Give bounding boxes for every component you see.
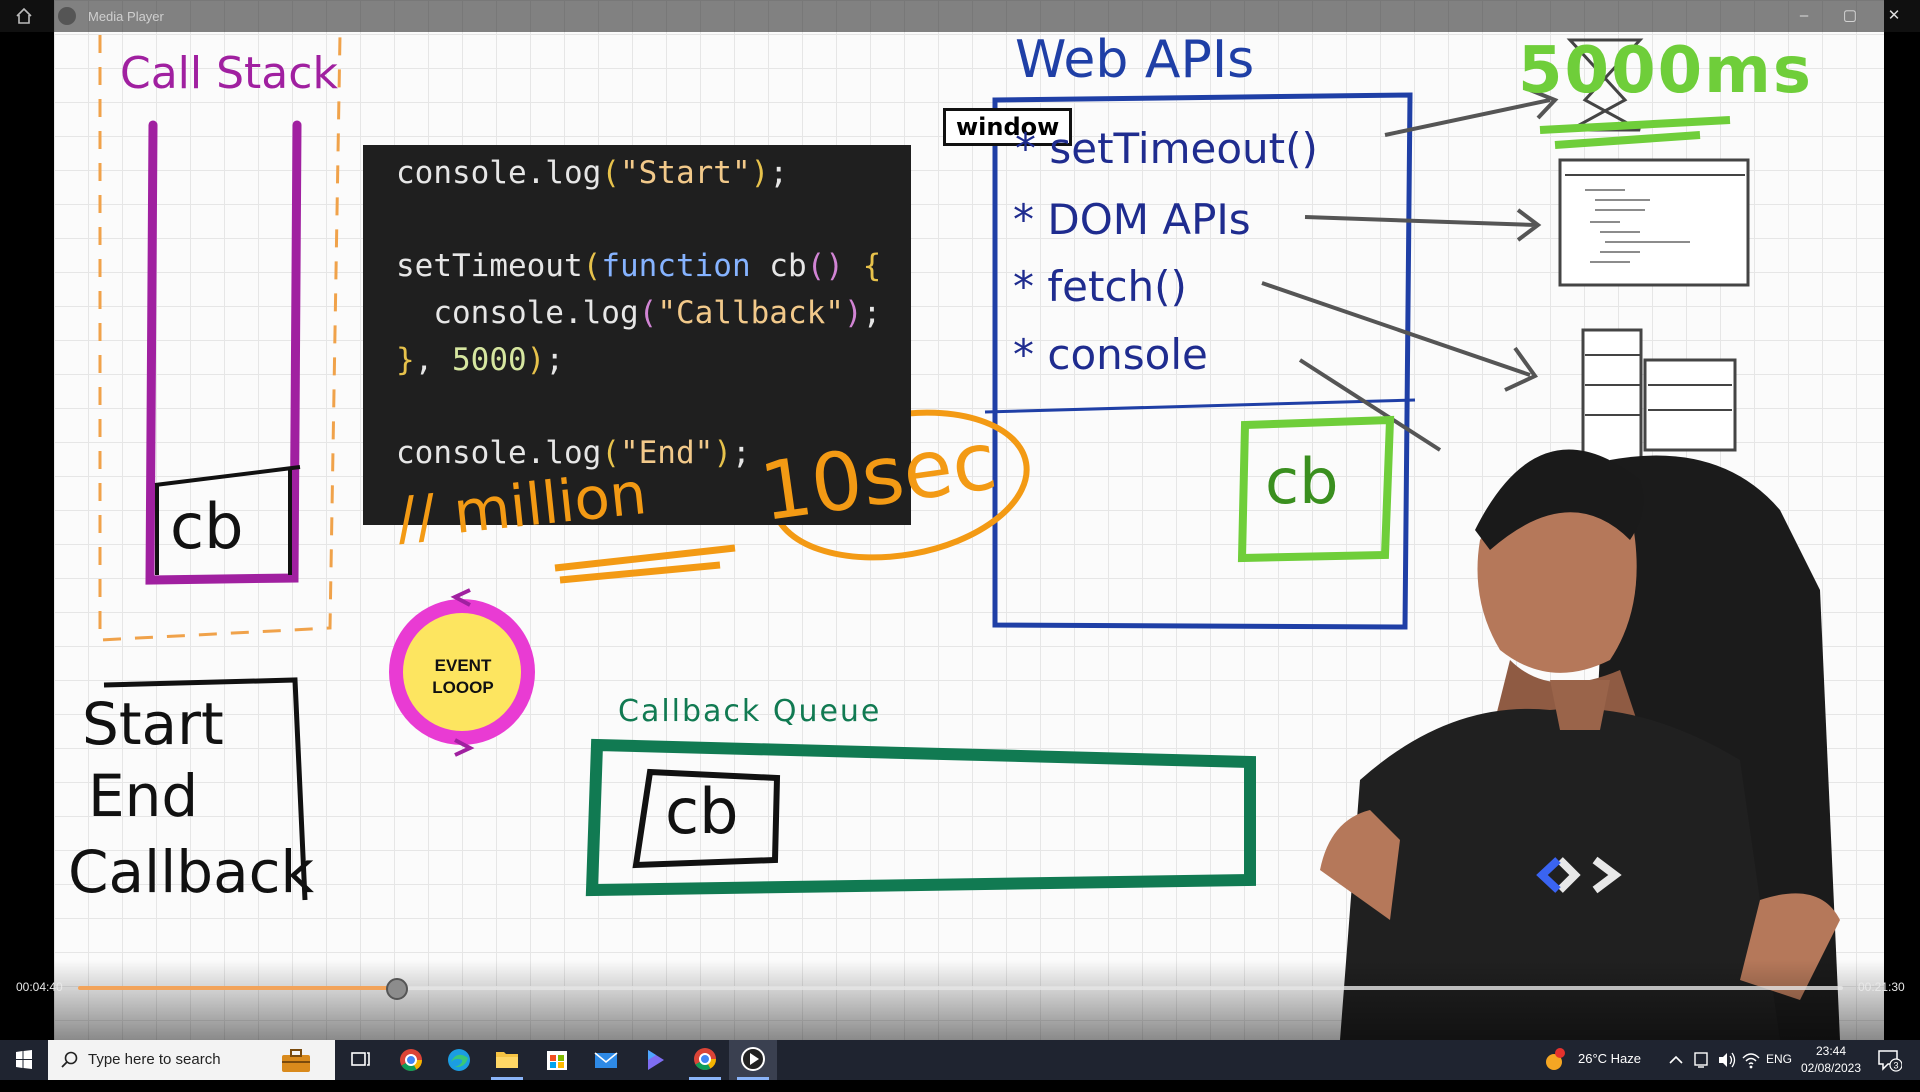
home-icon[interactable] xyxy=(14,6,34,26)
code-token: ( xyxy=(638,295,658,331)
windows-start-icon[interactable] xyxy=(0,1040,48,1080)
folder-icon xyxy=(496,1052,518,1068)
code-token: ( xyxy=(601,155,620,191)
media-player-titlebar: Media Player – ▢ ✕ xyxy=(0,0,1920,32)
event-loop-line2: LOOOP xyxy=(432,678,494,697)
file-explorer-button[interactable] xyxy=(483,1040,531,1080)
output-callback: Callback xyxy=(68,838,315,906)
code-token: ; xyxy=(862,295,882,331)
code-token: { xyxy=(862,248,882,284)
mail-icon[interactable] xyxy=(582,1040,630,1080)
store-icon[interactable] xyxy=(533,1040,581,1080)
code-line: setTimeout(function cb() { xyxy=(396,248,881,284)
code-token: "Callback" xyxy=(657,295,844,331)
notifications-icon[interactable]: 3 xyxy=(1876,1048,1902,1072)
elapsed-time: 00:04:40 xyxy=(16,980,63,994)
weather-text[interactable]: 26°C Haze xyxy=(1578,1051,1641,1091)
code-token: ; xyxy=(731,435,751,471)
code-line: console.log("Start"); xyxy=(396,155,788,191)
clock-time: 23:44 xyxy=(1815,1044,1847,1058)
minimize-button[interactable]: – xyxy=(1790,4,1818,28)
code-token: ) xyxy=(713,435,732,471)
code-token: ) xyxy=(526,342,546,378)
code-token: console.log xyxy=(396,155,602,191)
code-token: } xyxy=(396,342,415,378)
task-view-icon[interactable] xyxy=(336,1040,384,1080)
chrome-icon[interactable] xyxy=(387,1040,435,1080)
notification-count: 3 xyxy=(1893,1061,1898,1071)
code-token: () xyxy=(806,248,863,284)
output-end: End xyxy=(88,762,199,830)
chrome-icon xyxy=(694,1048,716,1070)
video-frame[interactable]: Call Stack cb console.log("Start"); setT… xyxy=(0,0,1920,1040)
edge-icon[interactable] xyxy=(435,1040,483,1080)
media-player-icon xyxy=(741,1047,765,1071)
seek-thumb[interactable] xyxy=(385,978,408,1000)
code-line: }, 5000); xyxy=(396,342,564,378)
code-token: console.log xyxy=(396,295,639,331)
api-item-fetch: * fetch() xyxy=(1013,262,1187,311)
code-token: cb xyxy=(769,248,807,284)
chevron-up-icon[interactable] xyxy=(1664,1040,1688,1080)
code-token: 5000 xyxy=(452,342,527,378)
api-item-console: * console xyxy=(1013,330,1208,379)
wifi-icon[interactable] xyxy=(1740,1040,1762,1080)
window-title: Media Player xyxy=(88,9,164,24)
output-start: Start xyxy=(82,690,224,758)
code-token: ; xyxy=(769,155,788,191)
taskbar-search-box[interactable]: Type here to search xyxy=(48,1040,335,1080)
total-duration: 00:21:30 xyxy=(1858,980,1905,994)
chrome-profile-button[interactable] xyxy=(681,1040,729,1080)
volume-icon[interactable] xyxy=(1714,1040,1738,1080)
callback-queue-cb: cb xyxy=(665,775,739,848)
search-icon xyxy=(61,1051,78,1068)
windows-taskbar: Type here to search 26°C Haze ENG 23:44 … xyxy=(0,1040,1920,1080)
code-token: ) xyxy=(843,295,863,331)
search-placeholder: Type here to search xyxy=(88,1051,221,1068)
event-loop-line1: EVENT xyxy=(434,656,492,675)
media-player-taskbar-button[interactable] xyxy=(729,1040,777,1080)
media-player-app-icon xyxy=(58,7,76,25)
api-item-settimeout: * setTimeout() xyxy=(1015,124,1318,173)
code-token: "Start" xyxy=(619,155,751,191)
seek-bar-progress xyxy=(78,986,396,990)
seek-bar[interactable] xyxy=(78,986,1843,990)
close-button[interactable]: ✕ xyxy=(1880,4,1908,28)
callback-queue-title: Callback Queue xyxy=(618,694,882,729)
code-token: ; xyxy=(545,342,564,378)
presenter-figure xyxy=(1320,449,1840,1040)
device-icon[interactable] xyxy=(1690,1040,1712,1080)
weather-icon[interactable] xyxy=(1540,1040,1570,1080)
api-item-dom-apis: * DOM APIs xyxy=(1013,195,1251,244)
briefcase-icon[interactable] xyxy=(280,1048,312,1074)
event-loop-label: EVENT LOOOP xyxy=(400,655,526,699)
code-line: console.log("Callback"); xyxy=(396,295,881,331)
code-token: ( xyxy=(582,248,602,284)
code-token: function xyxy=(601,248,770,284)
media-app-icon[interactable] xyxy=(631,1040,679,1080)
maximize-button[interactable]: ▢ xyxy=(1836,4,1864,28)
clock-date: 02/08/2023 xyxy=(1800,1061,1862,1075)
web-apis-title: Web APIs xyxy=(1015,30,1255,90)
code-token: setTimeout xyxy=(396,248,583,284)
call-stack-title: Call Stack xyxy=(120,48,338,99)
timer-label: 5000ms xyxy=(1518,34,1813,108)
call-stack-cb: cb xyxy=(170,490,244,563)
code-token: , xyxy=(414,342,452,378)
player-controls-overlay xyxy=(0,960,1920,1040)
taskbar-clock[interactable]: 23:44 02/08/2023 xyxy=(1786,1043,1876,1077)
code-token: ) xyxy=(750,155,770,191)
